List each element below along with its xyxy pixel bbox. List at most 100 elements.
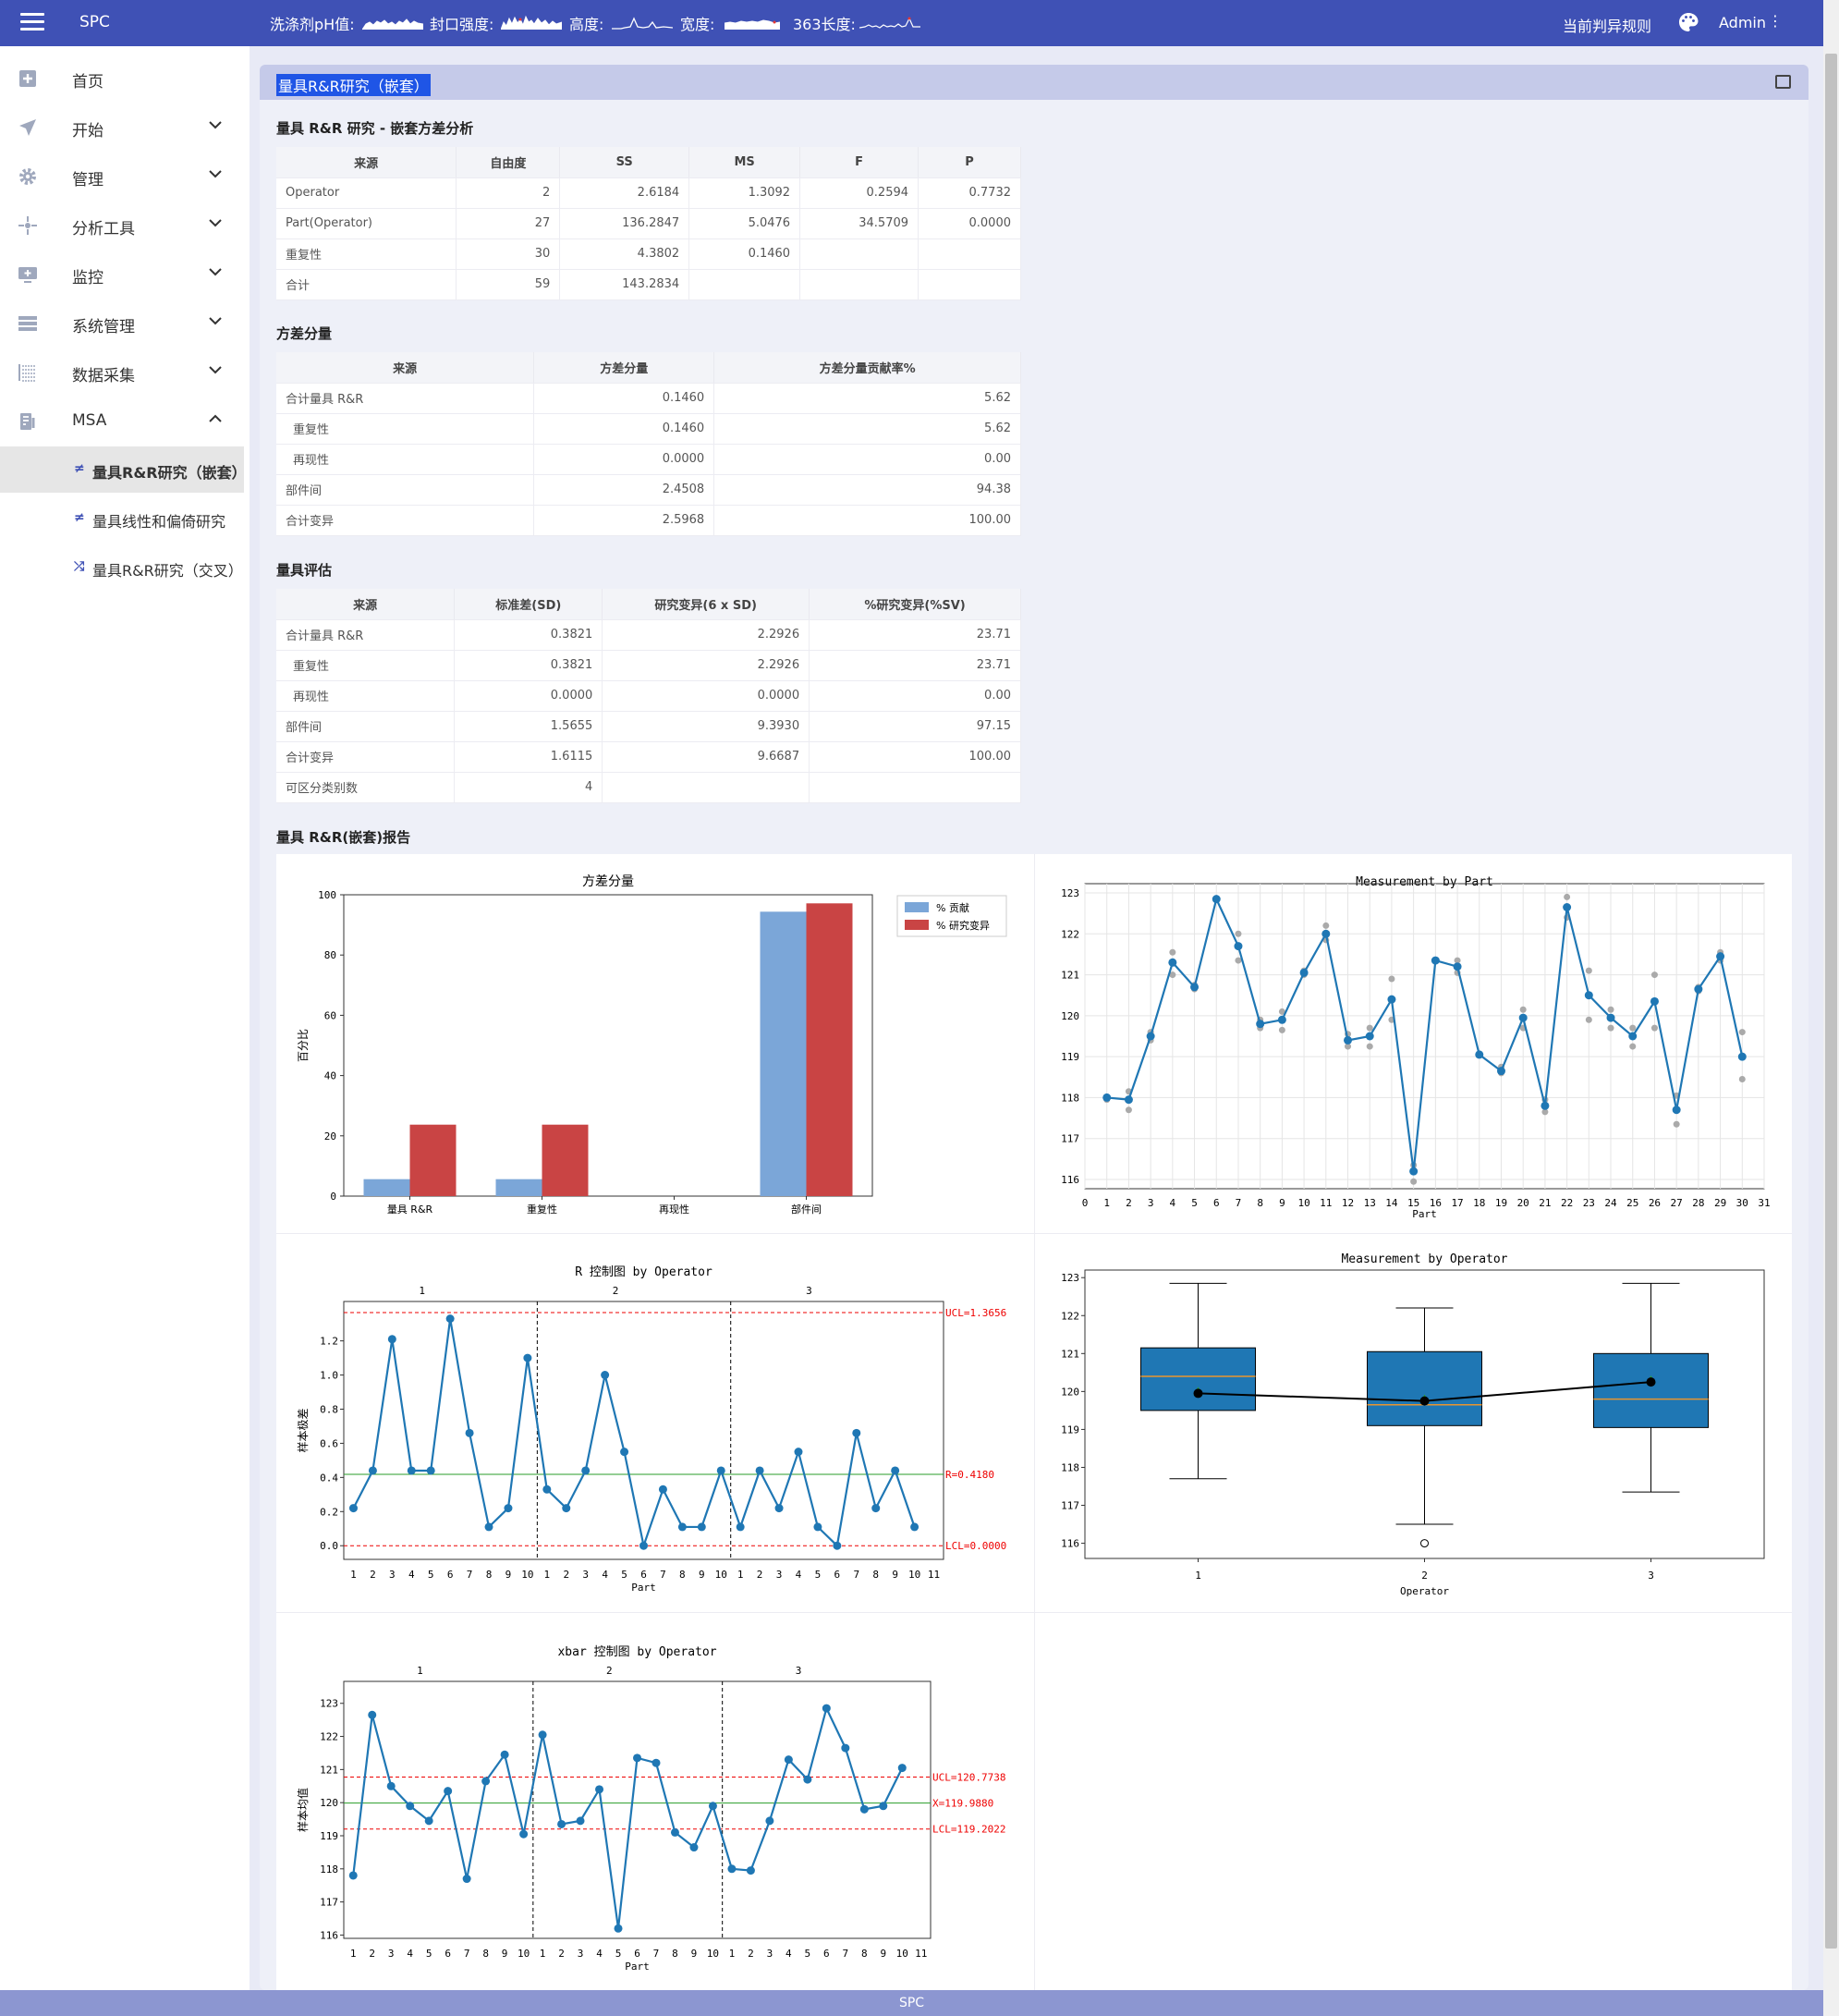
table-row: 部件间 2.4508 94.38 (276, 474, 1021, 506)
current-rule-link[interactable]: 当前判异规则 (1563, 14, 1651, 36)
x-tick-label: 9 (502, 1948, 508, 1960)
x-tick-label: 29 (1714, 1197, 1726, 1209)
y-tick-label: 119 (1061, 1423, 1079, 1436)
data-point (736, 1522, 745, 1532)
mean-point (1168, 958, 1177, 967)
sidebar-item-monitor[interactable]: 监控 (0, 251, 244, 298)
mean-point (1190, 983, 1200, 992)
not-equal-icon: ≠ (74, 461, 85, 476)
sparkline-363[interactable] (859, 11, 920, 31)
table-cell: 143.2834 (559, 269, 690, 300)
table-cell: 23.71 (809, 619, 1021, 651)
mean-point (1475, 1050, 1484, 1059)
table-cell: 136.2847 (559, 208, 690, 239)
sidebar-subitem-gauge-rr-nested[interactable]: ≠ 量具R&R研究（嵌套） (0, 446, 247, 493)
data-point (465, 1428, 474, 1437)
plot-frame (343, 1680, 932, 1939)
app-brand[interactable]: SPC (79, 13, 110, 31)
table-cell: 部件间 (276, 474, 535, 506)
chevron-down-icon[interactable] (207, 165, 224, 182)
individual-point (1410, 1178, 1418, 1185)
chevron-down-icon[interactable] (207, 263, 224, 280)
sparkline-height[interactable] (612, 11, 673, 31)
sidebar-item-manage[interactable]: 管理 (0, 153, 244, 200)
individual-point (1650, 1024, 1658, 1032)
menu-icon[interactable] (20, 13, 44, 33)
y-tick-label: 117 (1061, 1500, 1079, 1512)
x-tick-label: 5 (621, 1569, 627, 1581)
chevron-up-icon[interactable] (207, 410, 224, 427)
mean-point (1277, 1015, 1286, 1024)
data-point (557, 1819, 566, 1828)
sidebar-item-home[interactable]: 首页 (0, 55, 244, 102)
x-tick-label: 5 (805, 1948, 811, 1960)
outlier-point (1420, 1539, 1429, 1548)
sparkline-label-width[interactable]: 宽度: (680, 12, 714, 34)
group-label: 3 (806, 1285, 812, 1297)
fullscreen-icon[interactable] (1775, 75, 1791, 89)
data-point (879, 1802, 888, 1811)
individual-point (1585, 1016, 1592, 1023)
chevron-down-icon[interactable] (207, 312, 224, 329)
user-menu[interactable]: Admin (1719, 14, 1766, 31)
individual-point (1607, 1024, 1614, 1032)
sparkline-seal[interactable] (501, 11, 562, 31)
sidebar-item-system[interactable]: 系统管理 (0, 300, 244, 347)
x-tick-label: 14 (1385, 1197, 1398, 1209)
y-tick-label: 116 (320, 1929, 338, 1941)
data-point (368, 1710, 377, 1719)
sidebar-item-data-collection[interactable]: 数据采集 (0, 349, 244, 396)
sparkline-width[interactable] (725, 11, 780, 31)
data-point (445, 1314, 455, 1324)
table-cell: 合计变异 (276, 505, 535, 536)
sidebar-item-label: 分析工具 (72, 220, 135, 238)
xbar-control-chart: xbar 控制图 by Operator11611711811912012112… (296, 1645, 1005, 1973)
individual-point (1629, 1043, 1637, 1050)
anova-section-title: 量具 R&R 研究 - 嵌套方差分析 (276, 120, 474, 137)
sidebar-item-analysis-tools[interactable]: 分析工具 (0, 202, 244, 249)
chevron-down-icon[interactable] (207, 116, 224, 133)
table-cell: 100.00 (809, 741, 1021, 773)
data-point (348, 1871, 358, 1880)
chevron-down-icon[interactable] (207, 361, 224, 378)
y-tick-label: 123 (1061, 887, 1079, 899)
table-cell: 4.3802 (559, 238, 690, 270)
scrollbar-thumb[interactable] (1825, 54, 1837, 1949)
sidebar-subitem-label: 量具线性和偏倚研究 (92, 513, 226, 531)
y-tick-label: 117 (320, 1897, 338, 1909)
x-tick-label: 3 (389, 1569, 396, 1581)
sparkline-label-height[interactable]: 高度: (569, 12, 603, 34)
x-tick-label: 1 (350, 1569, 357, 1581)
sparkline-label-ph[interactable]: 洗涤剂pH值: (270, 12, 355, 34)
sidebar-subitem-gauge-linearity[interactable]: ≠ 量具线性和偏倚研究 (0, 495, 244, 542)
x-tick-label: 6 (445, 1948, 451, 1960)
sidebar-item-label: 系统管理 (72, 318, 135, 336)
data-point (891, 1466, 900, 1475)
data-point (708, 1802, 717, 1811)
individual-point (1564, 893, 1571, 900)
palette-icon[interactable] (1677, 11, 1699, 33)
table-cell: 0.3821 (454, 650, 603, 681)
data-point (484, 1522, 493, 1532)
table-cell: 再现性 (276, 444, 535, 475)
sidebar-item-start[interactable]: 开始 (0, 104, 244, 151)
sparkline-ph[interactable] (362, 11, 423, 31)
x-tick-label: 3 (582, 1569, 589, 1581)
table-cell: 23.71 (809, 650, 1021, 681)
sidebar-subitem-gauge-rr-crossed[interactable]: ⤮ 量具R&R研究（交叉） (0, 544, 244, 591)
x-tick-label: 20 (1517, 1197, 1529, 1209)
sparkline-label-seal[interactable]: 封口强度: (430, 12, 493, 34)
x-tick-label: 4 (1170, 1197, 1176, 1209)
sparkline-label-363[interactable]: 363长度: (793, 12, 856, 34)
x-tick-label: 4 (596, 1948, 603, 1960)
data-point (614, 1924, 623, 1933)
sidebar-item-label: MSA (72, 411, 107, 430)
chart-title: 方差分量 (582, 874, 634, 889)
x-tick-label: 2 (1126, 1197, 1132, 1209)
mean-point (1694, 984, 1703, 994)
chevron-down-icon[interactable] (207, 214, 224, 231)
more-vert-icon[interactable]: ⋮ (1768, 12, 1783, 30)
x-tick-label: 24 (1604, 1197, 1617, 1209)
sidebar-item-msa[interactable]: MSA (0, 398, 244, 445)
y-tick-label: 123 (320, 1698, 338, 1710)
